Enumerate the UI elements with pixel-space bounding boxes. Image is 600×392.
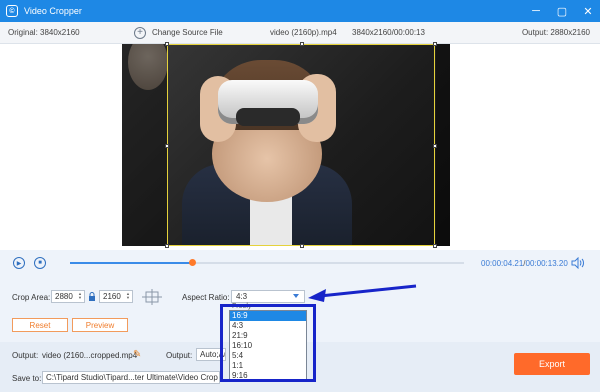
plus-circle-icon: + xyxy=(134,26,146,39)
preview-area xyxy=(0,42,600,250)
aspect-ratio-select[interactable]: 4:3 xyxy=(231,290,305,303)
timeline-thumb[interactable] xyxy=(189,259,197,266)
timeline-progress xyxy=(70,262,193,264)
total-time: 00:00:13.20 xyxy=(525,259,568,268)
crop-width-input[interactable]: 2880 ▲ ▼ xyxy=(51,290,85,303)
annotation-highlight-box xyxy=(220,304,316,382)
crop-rectangle[interactable] xyxy=(165,42,437,248)
info-bar: Original: 3840x2160 + Change Source File… xyxy=(0,22,600,44)
crop-handle-tr[interactable] xyxy=(433,42,437,46)
edit-pencil-icon[interactable]: ✎ xyxy=(133,349,141,360)
source-meta: 3840x2160/00:00:13 xyxy=(352,28,425,37)
save-path-field[interactable]: C:\Tipard Studio\Tipard...ter Ultimate\V… xyxy=(42,371,220,384)
save-to-label: Save to: xyxy=(12,374,42,383)
crop-handle-br[interactable] xyxy=(433,244,437,248)
playback-bar: ▶ ■ 00:00:04.21/00:00:13.20 xyxy=(0,250,600,276)
stop-button[interactable]: ■ xyxy=(34,257,46,269)
crop-handle-tl[interactable] xyxy=(165,42,169,46)
play-button[interactable]: ▶ xyxy=(13,257,25,269)
crop-handle-r[interactable] xyxy=(433,144,437,148)
export-button[interactable]: Export xyxy=(514,353,590,375)
source-filename: video (2160p).mp4 xyxy=(270,28,337,37)
title-bar: © Video Cropper ─ ▢ ✕ xyxy=(0,0,600,22)
change-source-button[interactable]: + Change Source File xyxy=(134,26,223,39)
output-settings-label: Output: xyxy=(166,351,193,360)
preview-button[interactable]: Preview xyxy=(72,318,128,332)
output-resolution: Output: 2880x2160 xyxy=(521,28,590,37)
maximize-button[interactable]: ▢ xyxy=(556,5,568,18)
current-time: 00:00:04.21 xyxy=(481,259,524,268)
output-filename: video (2160...cropped.mp4 xyxy=(42,351,138,360)
crop-height-input[interactable]: 2160 ▲ ▼ xyxy=(99,290,133,303)
spin-arrows-icon[interactable]: ▲ ▼ xyxy=(78,292,83,301)
time-display: 00:00:04.21/00:00:13.20 xyxy=(481,259,568,268)
crop-handle-bl[interactable] xyxy=(165,244,169,248)
crop-handle-t[interactable] xyxy=(300,42,304,46)
app-logo-icon: © xyxy=(6,5,18,17)
spin-arrows-icon[interactable]: ▲ ▼ xyxy=(126,292,131,301)
crop-area-label: Crop Area: xyxy=(12,293,51,302)
original-resolution: Original: 3840x2160 xyxy=(8,28,80,37)
center-crop-icon[interactable] xyxy=(142,289,162,305)
reset-button[interactable]: Reset xyxy=(12,318,68,332)
lock-icon[interactable] xyxy=(88,292,96,301)
window-title: Video Cropper xyxy=(24,6,82,16)
dropdown-caret-icon xyxy=(293,294,299,298)
crop-handle-b[interactable] xyxy=(300,244,304,248)
annotation-arrow xyxy=(308,284,417,302)
crop-handle-l[interactable] xyxy=(165,144,169,148)
change-source-label: Change Source File xyxy=(152,28,223,37)
volume-icon[interactable] xyxy=(571,256,585,270)
aspect-ratio-label: Aspect Ratio: xyxy=(182,293,230,302)
close-button[interactable]: ✕ xyxy=(582,5,594,18)
minimize-button[interactable]: ─ xyxy=(530,5,542,17)
output-label: Output: xyxy=(12,351,39,360)
